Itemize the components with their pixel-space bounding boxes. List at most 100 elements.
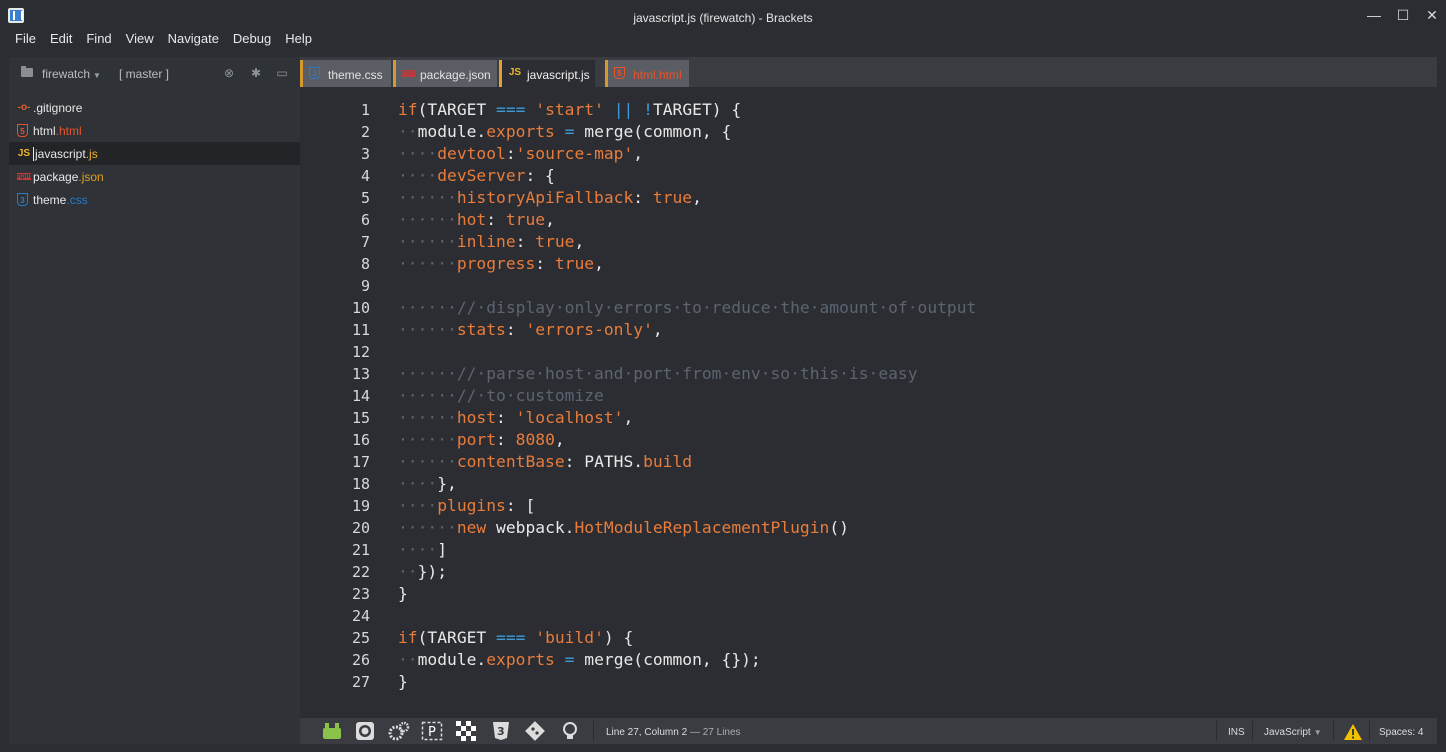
status-divider xyxy=(1216,721,1217,741)
close-circle-icon[interactable]: ⊗ xyxy=(222,66,236,80)
html5-icon: 5 xyxy=(17,124,28,137)
npm-icon: npm xyxy=(17,173,32,180)
line-number: 24 xyxy=(351,607,370,625)
code-text: ··}); xyxy=(398,562,448,581)
code-line: 23} xyxy=(300,583,1437,605)
file-extension: .html xyxy=(55,124,82,138)
line-number: 11 xyxy=(351,321,370,339)
css3-icon: 3 xyxy=(17,193,28,206)
line-number: 2 xyxy=(360,123,370,141)
file-tree-item[interactable]: 5 html.html xyxy=(9,119,300,142)
code-line: 18 ····}, xyxy=(300,473,1437,495)
code-text: ··module.exports = merge(common, { xyxy=(398,122,732,141)
code-text: ······new webpack.HotModuleReplacementPl… xyxy=(398,518,849,537)
tab-label: theme.css xyxy=(328,68,383,82)
file-tree-item[interactable]: 3 theme.css xyxy=(9,188,300,211)
menu-bar: File Edit Find View Navigate Debug Help xyxy=(0,28,319,50)
code-line: 11 ······stats: 'errors-only', xyxy=(300,319,1437,341)
maximize-button[interactable]: ☐ xyxy=(1388,6,1418,26)
js-icon: JS xyxy=(17,148,31,159)
sidebar-header: firewatch ▼ [ master ] ⊗ ✱ ▭ xyxy=(9,57,300,89)
line-number: 19 xyxy=(351,497,370,515)
file-tree-item[interactable]: -o- .gitignore xyxy=(9,96,300,119)
indent-spaces-setting[interactable]: Spaces: 4 xyxy=(1379,727,1423,738)
sidebar: firewatch ▼ [ master ] ⊗ ✱ ▭ -o- .gitignor… xyxy=(9,57,300,744)
code-line: 2 ··module.exports = merge(common, { xyxy=(300,121,1437,143)
insert-mode-toggle[interactable]: INS xyxy=(1228,727,1245,738)
p-icon[interactable]: P xyxy=(421,721,443,741)
code-line: 9 xyxy=(300,275,1437,297)
code-line: 14 ······//·to·customize xyxy=(300,385,1437,407)
code-editor[interactable]: 1 if(TARGET === 'start' || !TARGET) { 2 ··m… xyxy=(300,87,1437,718)
npm-icon: npm xyxy=(402,70,417,77)
code-text: ······//·display·only·errors·to·reduce·t… xyxy=(398,298,977,317)
menu-help[interactable]: Help xyxy=(278,28,319,50)
close-button[interactable]: ✕ xyxy=(1417,6,1446,26)
window-title: javascript.js (firewatch) - Brackets xyxy=(633,11,813,25)
menu-view[interactable]: View xyxy=(119,28,161,50)
code-text: if(TARGET === 'start' || !TARGET) { xyxy=(398,100,742,119)
gear-icon[interactable]: ✱ xyxy=(249,66,263,80)
line-number: 20 xyxy=(351,519,370,537)
css3-icon[interactable]: 3 xyxy=(490,721,512,741)
menu-navigate[interactable]: Navigate xyxy=(161,28,226,50)
tab-bar: 3 theme.css npm package.json JS javascript.js… xyxy=(300,57,1437,87)
menu-debug[interactable]: Debug xyxy=(226,28,278,50)
lightbulb-icon[interactable] xyxy=(559,721,581,741)
file-extension: .json xyxy=(78,170,104,184)
line-number: 6 xyxy=(360,211,370,229)
line-count: — 27 Lines xyxy=(689,727,741,738)
gears-icon[interactable] xyxy=(388,721,410,741)
git-icon[interactable] xyxy=(524,721,546,741)
tab-package-json[interactable]: npm package.json xyxy=(393,60,497,87)
line-number: 22 xyxy=(351,563,370,581)
code-line: 12 xyxy=(300,341,1437,363)
file-tree-item[interactable]: JS javascript.js xyxy=(9,142,300,165)
line-number: 25 xyxy=(351,629,370,647)
code-text: ······inline: true, xyxy=(398,232,585,251)
minimize-button[interactable]: — xyxy=(1359,6,1389,26)
git-branch-dropdown[interactable]: [ master ] xyxy=(119,67,169,81)
line-number: 27 xyxy=(351,673,370,691)
tab-label: javascript.js xyxy=(527,68,590,82)
file-tree-item[interactable]: npm package.json xyxy=(9,165,300,188)
code-line: 27} xyxy=(300,671,1437,693)
code-text: ····plugins: [ xyxy=(398,496,536,515)
file-name: html.html xyxy=(33,124,82,138)
menu-file[interactable]: File xyxy=(8,28,43,50)
line-number: 12 xyxy=(351,343,370,361)
file-name: javascript.js xyxy=(33,147,98,161)
code-text: ··module.exports = merge(common, {}); xyxy=(398,650,761,669)
line-number: 18 xyxy=(351,475,370,493)
cursor-position: Line 27, Column 2 — 27 Lines xyxy=(606,727,741,738)
status-divider xyxy=(593,721,594,741)
menu-find[interactable]: Find xyxy=(79,28,118,50)
file-extension: .js xyxy=(85,147,98,161)
js-icon: JS xyxy=(508,67,522,78)
file-name: package.json xyxy=(33,170,104,184)
language-select[interactable]: JavaScript ▼ xyxy=(1264,727,1322,738)
project-dropdown[interactable]: firewatch ▼ xyxy=(42,67,101,81)
line-number: 14 xyxy=(351,387,370,405)
folder-icon xyxy=(21,66,33,77)
warning-icon[interactable] xyxy=(1342,722,1364,742)
code-line: 6 ······hot: true, xyxy=(300,209,1437,231)
android-icon[interactable] xyxy=(321,721,343,741)
split-view-icon[interactable]: ▭ xyxy=(275,66,289,80)
title-bar: javascript.js (firewatch) - Brackets — ☐… xyxy=(0,0,1446,28)
code-line: 17 ······contentBase: PATHS.build xyxy=(300,451,1437,473)
menu-edit[interactable]: Edit xyxy=(43,28,79,50)
code-text: ······stats: 'errors-only', xyxy=(398,320,663,339)
tab-html-html[interactable]: 5 html.html xyxy=(605,60,689,87)
tab-theme-css[interactable]: 3 theme.css xyxy=(300,60,391,87)
code-line: 26 ··module.exports = merge(common, {}); xyxy=(300,649,1437,671)
status-divider xyxy=(1333,721,1334,741)
code-line: 5 ······historyApiFallback: true, xyxy=(300,187,1437,209)
code-line: 13 ······//·parse·host·and·port·from·env·… xyxy=(300,363,1437,385)
checker-icon[interactable] xyxy=(455,721,477,741)
tab-javascript-js[interactable]: JS javascript.js xyxy=(499,60,595,87)
code-line: 20 ······new webpack.HotModuleReplacement… xyxy=(300,517,1437,539)
line-number: 1 xyxy=(360,101,370,119)
camera-icon[interactable] xyxy=(354,721,376,741)
code-text: ······//·parse·host·and·port·from·env·so… xyxy=(398,364,918,383)
